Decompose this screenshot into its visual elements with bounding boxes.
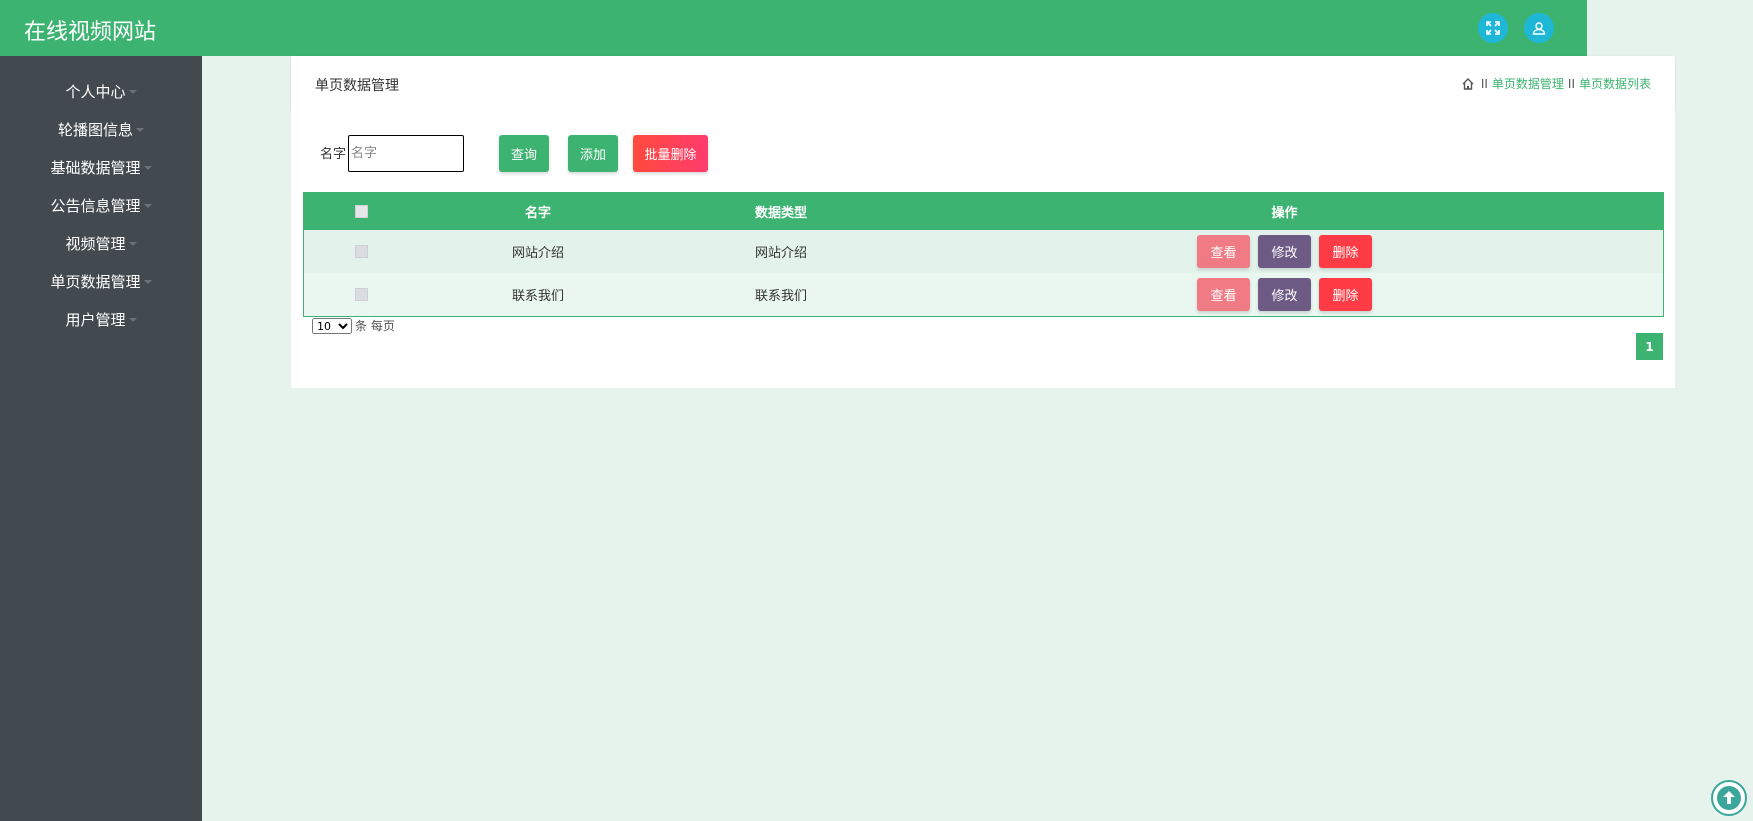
caret-down-icon — [128, 318, 137, 322]
caret-down-icon — [128, 90, 137, 94]
query-button[interactable]: 查询 — [499, 135, 549, 172]
sidebar-item-label: 用户管理 — [65, 310, 126, 329]
edit-button[interactable]: 修改 — [1258, 278, 1311, 311]
page-size-control: 10 条 每页 — [312, 317, 395, 334]
caret-down-icon — [143, 204, 152, 208]
sidebar-item-label: 公告信息管理 — [50, 196, 141, 215]
home-icon[interactable] — [1461, 77, 1475, 91]
breadcrumb-separator: II — [1567, 76, 1575, 91]
search-input[interactable] — [348, 135, 464, 172]
sidebar-item-basic-data[interactable]: 基础数据管理 — [0, 152, 202, 182]
user-button[interactable] — [1524, 13, 1554, 43]
page-number-button[interactable]: 1 — [1636, 333, 1663, 360]
table-row: 网站介绍 网站介绍 查看 修改 删除 — [304, 230, 1663, 273]
sidebar-item-label: 单页数据管理 — [50, 272, 141, 291]
sidebar-item-users[interactable]: 用户管理 — [0, 304, 202, 334]
view-button[interactable]: 查看 — [1197, 278, 1250, 311]
data-table: 名字 数据类型 操作 网站介绍 网站介绍 查看 修改 删除 联系我们 联系我们 … — [303, 192, 1664, 317]
caret-down-icon — [143, 166, 152, 170]
arrow-up-icon — [1717, 786, 1741, 810]
table-header: 名字 数据类型 操作 — [304, 193, 1663, 230]
sidebar-item-label: 个人中心 — [65, 82, 126, 101]
cell-name: 网站介绍 — [511, 246, 564, 261]
sidebar-item-label: 轮播图信息 — [57, 120, 133, 139]
column-header-ops: 操作 — [1271, 206, 1298, 221]
page-size-select[interactable]: 10 — [312, 317, 352, 334]
sidebar-item-single-page[interactable]: 单页数据管理 — [0, 266, 202, 296]
add-button[interactable]: 添加 — [568, 135, 618, 172]
row-checkbox[interactable] — [354, 245, 368, 258]
sidebar-item-personal-center[interactable]: 个人中心 — [0, 76, 202, 106]
top-bar: 在线视频网站 — [0, 0, 1587, 56]
sidebar-item-label: 基础数据管理 — [50, 158, 141, 177]
fullscreen-button[interactable] — [1478, 13, 1508, 43]
breadcrumb-item[interactable]: 单页数据管理 — [1492, 75, 1564, 92]
page-size-suffix: 条 每页 — [355, 319, 395, 333]
cell-name: 联系我们 — [511, 289, 564, 304]
fullscreen-icon — [1486, 21, 1500, 35]
caret-down-icon — [143, 280, 152, 284]
content-card: 名字 查询 添加 批量删除 名字 数据类型 操作 网站介绍 网站介绍 查看 修改… — [291, 110, 1675, 388]
sidebar: 个人中心 轮播图信息 基础数据管理 公告信息管理 视频管理 单页数据管理 用户管… — [0, 56, 202, 821]
row-checkbox[interactable] — [354, 288, 368, 301]
edit-button[interactable]: 修改 — [1258, 235, 1311, 268]
breadcrumb: II 单页数据管理 II 单页数据列表 — [1461, 75, 1651, 92]
delete-button[interactable]: 删除 — [1319, 278, 1372, 311]
page-title: 单页数据管理 — [315, 78, 399, 94]
delete-button[interactable]: 删除 — [1319, 235, 1372, 268]
cell-type: 网站介绍 — [754, 246, 807, 261]
app-title: 在线视频网站 — [24, 20, 157, 45]
select-all-checkbox[interactable] — [354, 205, 368, 218]
breadcrumb-item[interactable]: 单页数据列表 — [1579, 75, 1651, 92]
sidebar-item-announcements[interactable]: 公告信息管理 — [0, 190, 202, 220]
search-label: 名字 — [320, 147, 347, 162]
sidebar-item-videos[interactable]: 视频管理 — [0, 228, 202, 258]
breadcrumb-separator: II — [1480, 76, 1488, 91]
view-button[interactable]: 查看 — [1197, 235, 1250, 268]
column-header-type: 数据类型 — [754, 206, 807, 221]
batch-delete-button[interactable]: 批量删除 — [633, 135, 708, 172]
cell-type: 联系我们 — [754, 289, 807, 304]
caret-down-icon — [136, 128, 144, 132]
table-row: 联系我们 联系我们 查看 修改 删除 — [304, 273, 1663, 316]
page-header: 单页数据管理 II 单页数据管理 II 单页数据列表 — [291, 56, 1675, 110]
caret-down-icon — [128, 242, 137, 246]
sidebar-item-label: 视频管理 — [65, 234, 126, 253]
sidebar-item-carousel[interactable]: 轮播图信息 — [0, 114, 202, 144]
user-icon — [1532, 22, 1546, 35]
back-to-top-button[interactable] — [1711, 780, 1747, 816]
column-header-name: 名字 — [524, 206, 551, 221]
